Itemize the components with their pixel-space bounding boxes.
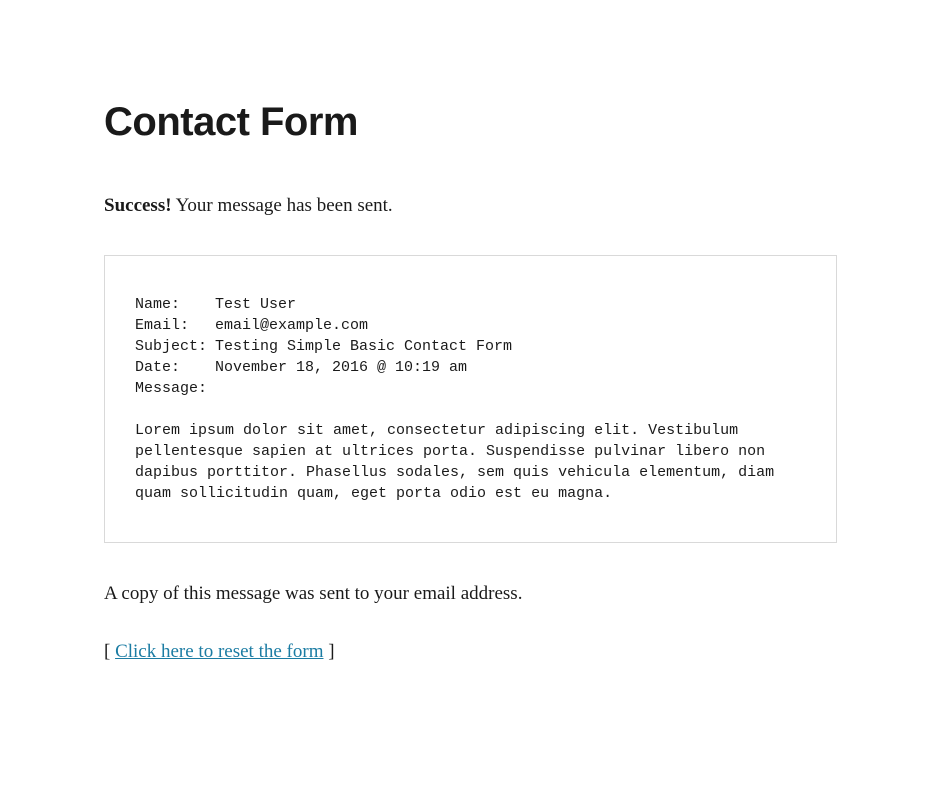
field-row-message-label: Message: [135, 378, 806, 399]
reset-form-link[interactable]: Click here to reset the form [115, 641, 323, 662]
copy-notice: A copy of this message was sent to your … [104, 583, 837, 605]
field-row-date: Date: November 18, 2016 @ 10:19 am [135, 357, 806, 378]
bracket-right: ] [323, 641, 334, 662]
submission-summary-box: Name: Test User Email: email@example.com… [104, 255, 837, 543]
field-label-message: Message: [135, 378, 215, 399]
field-label-subject: Subject: [135, 336, 215, 357]
field-label-date: Date: [135, 357, 215, 378]
field-row-name: Name: Test User [135, 294, 806, 315]
reset-line: [ Click here to reset the form ] [104, 641, 837, 663]
message-body: Lorem ipsum dolor sit amet, consectetur … [135, 420, 806, 504]
page-title: Contact Form [104, 100, 837, 145]
field-value-subject: Testing Simple Basic Contact Form [215, 336, 806, 357]
field-label-name: Name: [135, 294, 215, 315]
success-text: Your message has been sent. [172, 195, 393, 216]
success-bold: Success! [104, 195, 172, 216]
bracket-left: [ [104, 641, 115, 662]
field-label-email: Email: [135, 315, 215, 336]
field-value-date: November 18, 2016 @ 10:19 am [215, 357, 806, 378]
field-row-subject: Subject: Testing Simple Basic Contact Fo… [135, 336, 806, 357]
field-row-email: Email: email@example.com [135, 315, 806, 336]
success-message: Success! Your message has been sent. [104, 195, 837, 217]
field-value-email: email@example.com [215, 315, 806, 336]
field-value-name: Test User [215, 294, 806, 315]
